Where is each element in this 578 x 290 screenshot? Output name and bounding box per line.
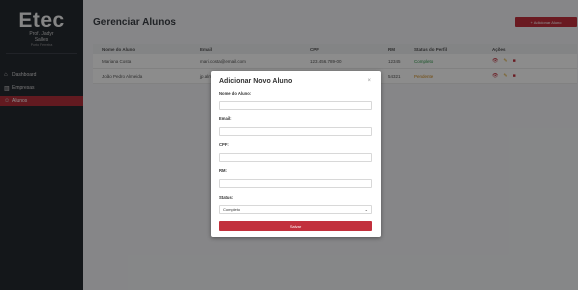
rm-label: RM:	[219, 168, 227, 173]
save-button[interactable]: Salvar	[219, 221, 372, 231]
add-student-modal: Adicionar Novo Aluno × Nome do Aluno: Em…	[211, 71, 381, 237]
rm-input[interactable]	[219, 179, 372, 188]
modal-title: Adicionar Novo Aluno	[219, 78, 293, 85]
status-label: Status:	[219, 195, 234, 200]
cpf-label: CPF:	[219, 142, 229, 147]
status-select[interactable]: Completo ⌄	[219, 205, 372, 214]
status-select-value: Completo	[223, 207, 241, 212]
name-input[interactable]	[219, 101, 372, 110]
name-label: Nome do Aluno:	[219, 91, 252, 96]
email-label: Email:	[219, 116, 232, 121]
chevron-down-icon: ⌄	[364, 207, 368, 212]
email-input[interactable]	[219, 127, 372, 136]
cpf-input[interactable]	[219, 153, 372, 162]
close-icon[interactable]: ×	[367, 78, 371, 84]
